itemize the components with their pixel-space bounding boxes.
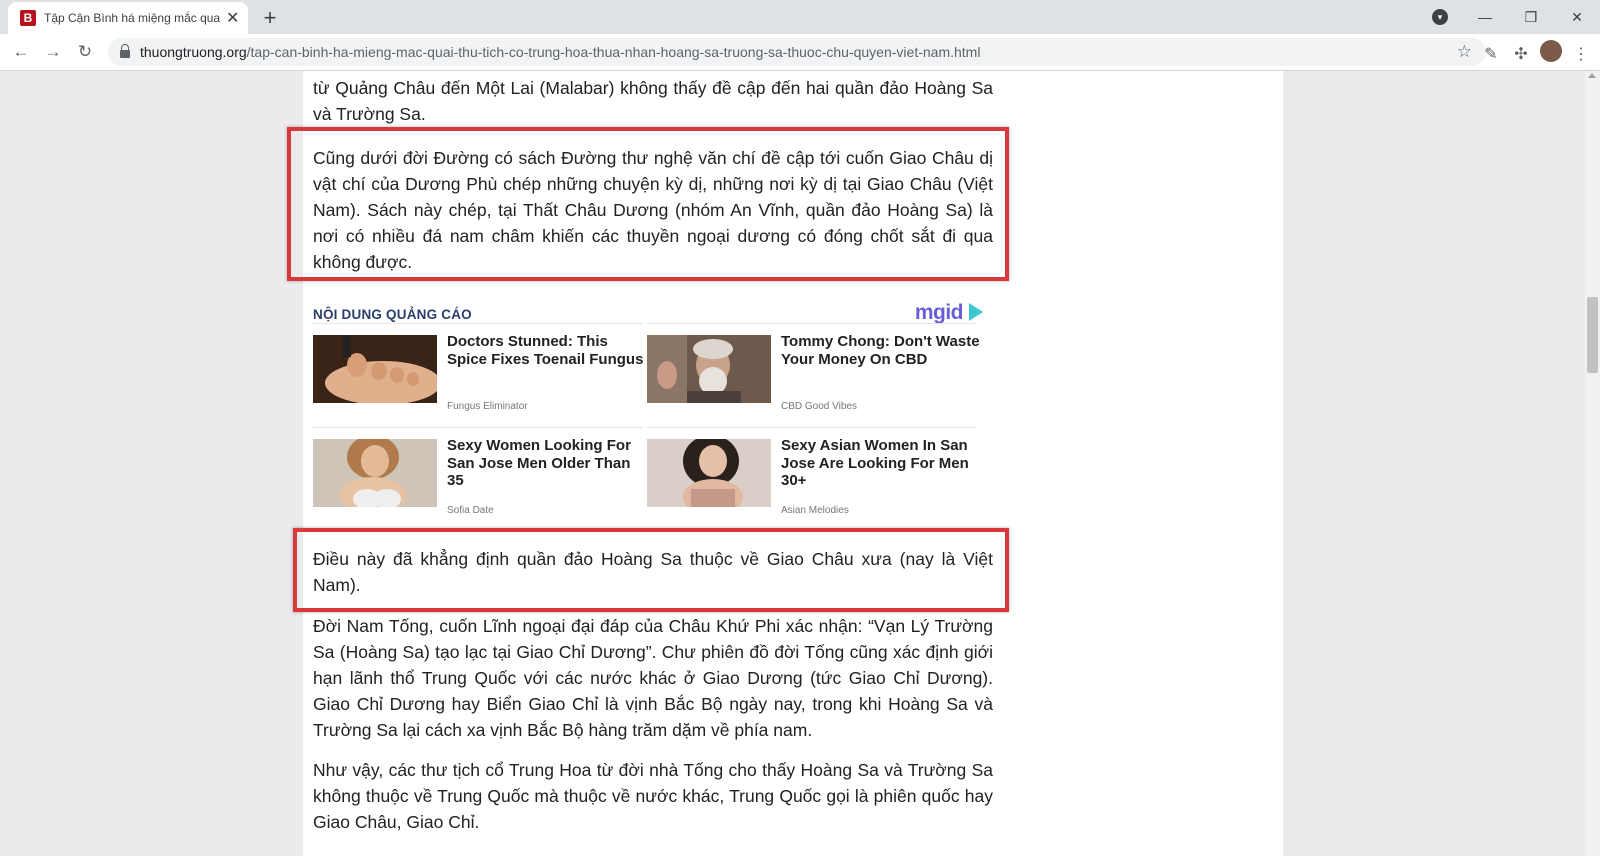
forward-icon[interactable]: → — [42, 41, 64, 63]
close-tab-icon[interactable]: ✕ — [226, 8, 239, 28]
url-text[interactable]: thuongtruong.org/tap-can-binh-ha-mieng-m… — [140, 44, 980, 60]
divider — [313, 323, 643, 324]
lock-icon[interactable] — [120, 44, 130, 58]
tab-title: Tập Cận Bình há miệng mắc quai thú tịch … — [44, 11, 220, 25]
page-viewport: từ Quảng Châu đến Một Lai (Malabar) khôn… — [0, 71, 1585, 856]
extension-area: ✎ ✣ ⋮ — [1476, 40, 1596, 67]
more-menu-icon[interactable]: ⋮ — [1566, 44, 1596, 64]
restore-icon[interactable]: ❐ — [1508, 9, 1554, 26]
tab-search-icon[interactable]: ▾ — [1432, 9, 1448, 25]
ad-title[interactable]: Sexy Women Looking For San Jose Men Olde… — [447, 437, 647, 490]
ad-thumbnail[interactable] — [313, 335, 437, 403]
ad-title[interactable]: Sexy Asian Women In San Jose Are Looking… — [781, 437, 981, 490]
close-window-icon[interactable]: ✕ — [1554, 9, 1600, 26]
new-tab-icon[interactable]: + — [258, 5, 282, 31]
ad-thumbnail[interactable] — [647, 335, 771, 403]
pen-extension-icon[interactable]: ✎ — [1476, 44, 1506, 64]
ad-card[interactable]: Sexy Women Looking For San Jose Men Olde… — [313, 427, 643, 527]
ad-source[interactable]: Sofia Date — [447, 505, 494, 516]
scroll-up-icon[interactable] — [1588, 73, 1596, 78]
article-paragraph-highlight-2: Điều này đã khẳng định quần đảo Hoàng Sa… — [313, 549, 993, 595]
ad-source[interactable]: Fungus Eliminator — [447, 401, 528, 412]
minimize-icon[interactable]: — — [1462, 9, 1508, 25]
divider — [313, 427, 643, 428]
ad-thumbnail[interactable] — [313, 439, 437, 507]
article-paragraph-4: Như vậy, các thư tịch cổ Trung Hoa từ đờ… — [313, 760, 993, 832]
ad-card[interactable]: Tommy Chong: Don't Waste Your Money On C… — [647, 323, 980, 423]
reload-icon[interactable]: ↻ — [74, 41, 96, 63]
ad-header: NỘI DUNG QUẢNG CÁO — [313, 307, 472, 322]
ad-source[interactable]: CBD Good Vibes — [781, 401, 857, 412]
sponsored-content-widget: NỘI DUNG QUẢNG CÁO mgid Doctors Stunned:… — [313, 299, 993, 539]
site-favicon-icon: B — [20, 10, 36, 26]
mgid-play-icon — [969, 303, 983, 321]
divider — [647, 427, 977, 428]
avatar-wrapper — [1536, 40, 1566, 67]
url-domain: thuongtruong.org — [140, 44, 247, 60]
url-path: /tap-can-binh-ha-mieng-mac-quai-thu-tich… — [246, 44, 981, 60]
ad-source[interactable]: Asian Melodies — [781, 505, 849, 516]
article-paragraph-highlight-1: Cũng dưới đời Đường có sách Đường thư ng… — [313, 148, 993, 272]
window-controls: — ❐ ✕ — [1462, 0, 1600, 34]
divider — [647, 323, 977, 324]
tab-strip: B Tập Cận Bình há miệng mắc quai thú tịc… — [0, 0, 1600, 34]
ad-card[interactable]: Doctors Stunned: This Spice Fixes Toenai… — [313, 323, 643, 423]
mgid-logo-text: mgid — [914, 301, 964, 324]
browser-tab[interactable]: B Tập Cận Bình há miệng mắc quai thú tịc… — [8, 2, 248, 34]
ad-card[interactable]: Sexy Asian Women In San Jose Are Looking… — [647, 427, 977, 527]
page-scrollbar[interactable] — [1585, 71, 1600, 856]
back-icon[interactable]: ← — [10, 41, 32, 63]
ad-title[interactable]: Tommy Chong: Don't Waste Your Money On C… — [781, 333, 981, 368]
bookmark-star-icon[interactable]: ☆ — [1457, 42, 1472, 62]
ad-title[interactable]: Doctors Stunned: This Spice Fixes Toenai… — [447, 333, 647, 368]
mgid-logo[interactable]: mgid — [915, 301, 983, 325]
article-paragraph-top: từ Quảng Châu đến Một Lai (Malabar) khôn… — [313, 78, 993, 124]
scrollbar-thumb[interactable] — [1587, 297, 1598, 373]
browser-toolbar: ← → ↻ thuongtruong.org/tap-can-binh-ha-m… — [0, 34, 1600, 71]
address-bar[interactable]: thuongtruong.org/tap-can-binh-ha-mieng-m… — [108, 38, 1486, 66]
puzzle-extensions-icon[interactable]: ✣ — [1506, 44, 1536, 64]
article-paragraph-3: Đời Nam Tống, cuốn Lĩnh ngoại đại đáp củ… — [313, 616, 993, 740]
ad-thumbnail[interactable] — [647, 439, 771, 507]
profile-avatar[interactable] — [1540, 40, 1562, 62]
article-body: từ Quảng Châu đến Một Lai (Malabar) khôn… — [287, 71, 1283, 856]
